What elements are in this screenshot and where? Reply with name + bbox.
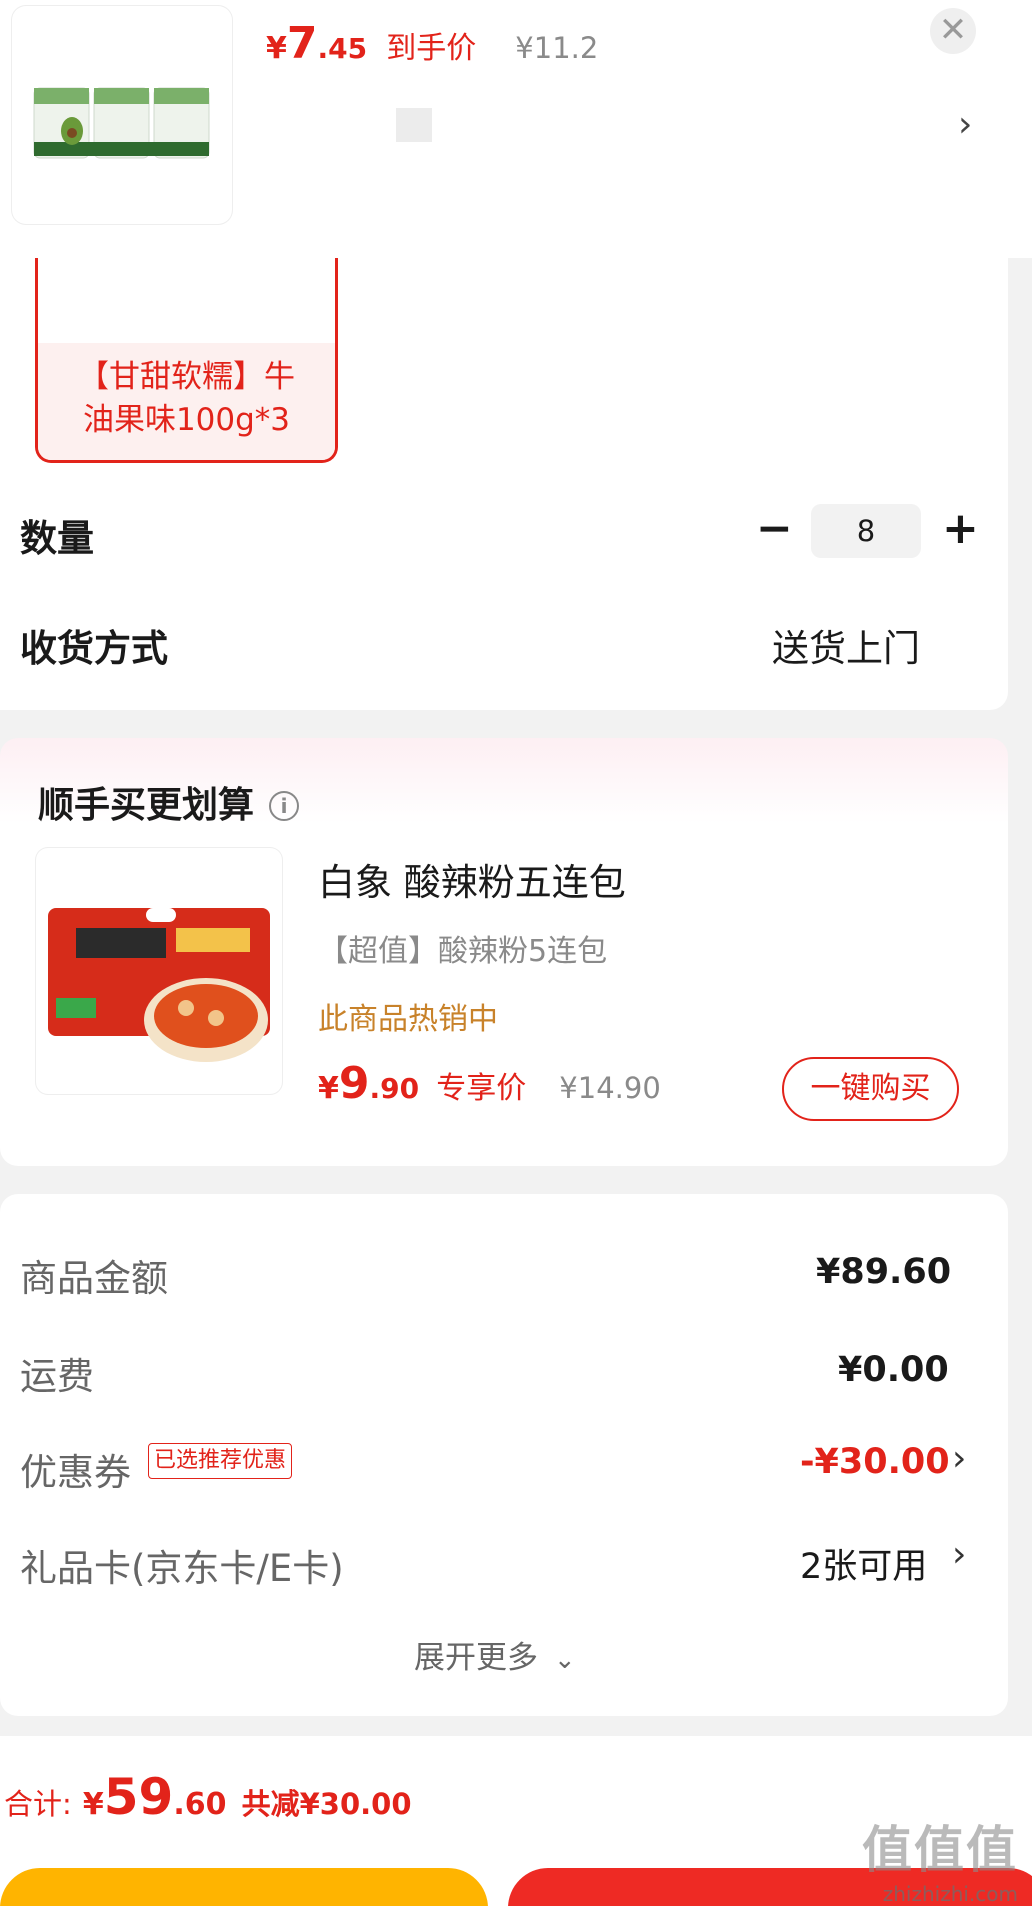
- giftcard-value[interactable]: 2张可用: [800, 1538, 927, 1589]
- quantity-minus-button[interactable]: −: [756, 504, 793, 554]
- delivery-label: 收货方式: [20, 627, 168, 670]
- info-icon[interactable]: i: [269, 791, 300, 821]
- spec-option-selected[interactable]: 【甘甜软糯】牛油果味100g*3: [35, 258, 338, 463]
- coupon-value[interactable]: -¥30.00: [800, 1442, 950, 1482]
- watermark-site: zhizhizhi.com: [882, 1882, 1018, 1906]
- spec-option-label: 【甘甜软糯】牛油果味100g*3: [78, 359, 295, 438]
- giftcard-chevron-icon[interactable]: ›: [952, 1534, 966, 1575]
- quantity-plus-button[interactable]: +: [942, 504, 979, 554]
- price-symbol: ¥: [266, 31, 287, 66]
- one-click-buy-button[interactable]: 一键购买: [782, 1057, 959, 1121]
- addon-hot-text: 此商品热销中: [318, 1002, 498, 1037]
- total-symbol: ¥: [82, 1787, 104, 1822]
- coupon-label: 优惠券: [20, 1451, 131, 1494]
- addon-price: ¥9.90 专享价 ¥14.90: [318, 1058, 661, 1109]
- shipping-value: ¥0.00: [838, 1350, 949, 1390]
- quantity-input[interactable]: 8: [811, 504, 921, 558]
- addon-product-image[interactable]: [36, 848, 282, 1094]
- goods-amount-label: 商品金额: [20, 1257, 168, 1300]
- chevron-down-icon: ⌄: [553, 1645, 576, 1675]
- expand-more-button[interactable]: 展开更多 ⌄: [414, 1632, 576, 1677]
- shipping-label: 运费: [20, 1355, 94, 1398]
- noodle-pack-image: [48, 908, 270, 1062]
- top-product-thumbnail[interactable]: [12, 6, 232, 224]
- total-label: 合计:: [4, 1787, 72, 1821]
- total-amount: 合计: ¥59.60 共减¥30.00: [4, 1768, 412, 1826]
- addon-price-integer: 9: [338, 1058, 370, 1109]
- addon-price-symbol: ¥: [318, 1071, 339, 1106]
- giftcard-label: 礼品卡(京东卡/E卡): [20, 1547, 344, 1590]
- close-icon[interactable]: ✕: [930, 8, 976, 54]
- price-integer: 7: [286, 18, 318, 69]
- yogurt-cups-image: [33, 87, 210, 159]
- watermark: 值值值 zhizhizhi.com: [862, 1810, 1018, 1906]
- price-decimal: .45: [317, 32, 368, 65]
- coupon-chevron-icon[interactable]: ›: [952, 1438, 966, 1479]
- goods-amount-value: ¥89.60: [816, 1252, 952, 1292]
- chevron-right-icon[interactable]: ›: [958, 104, 972, 145]
- addon-price-tag: 专享价: [436, 1071, 527, 1106]
- top-price: ¥7.45 到手价 ¥11.2: [266, 18, 599, 69]
- addon-title: 顺手买更划算 i: [38, 776, 300, 828]
- addon-price-decimal: .90: [369, 1072, 420, 1105]
- expand-more-label: 展开更多: [414, 1640, 538, 1676]
- total-decimal: .60: [173, 1787, 227, 1822]
- addon-title-text: 顺手买更划算: [38, 785, 255, 826]
- delivery-value[interactable]: 送货上门: [772, 618, 920, 672]
- price-tag: 到手价: [386, 31, 477, 66]
- addon-product-name[interactable]: 白象 酸辣粉五连包: [318, 852, 626, 906]
- watermark-logo: 值值值: [862, 1821, 1018, 1879]
- total-saved: 共减¥30.00: [241, 1787, 412, 1821]
- addon-product-desc: 【超值】酸辣粉5连包: [318, 934, 608, 969]
- quantity-label: 数量: [20, 517, 94, 560]
- addon-original-price: ¥14.90: [559, 1071, 661, 1105]
- total-integer: 59: [103, 1768, 174, 1826]
- add-to-cart-button[interactable]: [0, 1868, 488, 1906]
- placeholder-swatch: [396, 108, 432, 142]
- coupon-badge: 已选推荐优惠: [148, 1443, 293, 1479]
- original-price: ¥11.2: [515, 31, 599, 65]
